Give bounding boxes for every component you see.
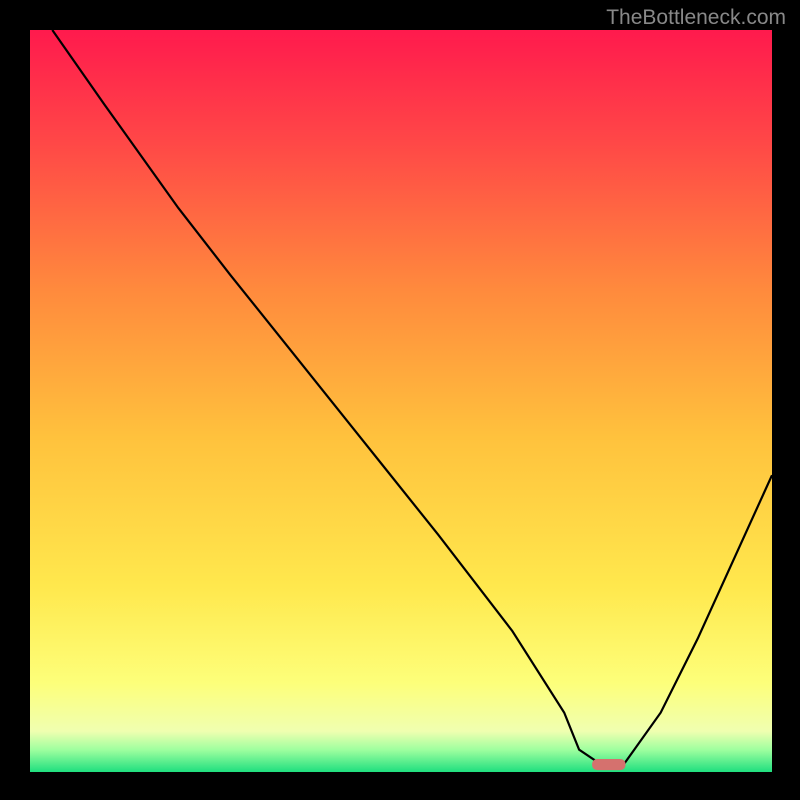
plot-background [30, 30, 772, 772]
chart-container: TheBottleneck.com [0, 0, 800, 800]
optimal-marker [592, 759, 625, 770]
bottleneck-chart [0, 0, 800, 800]
watermark-text: TheBottleneck.com [606, 6, 786, 30]
